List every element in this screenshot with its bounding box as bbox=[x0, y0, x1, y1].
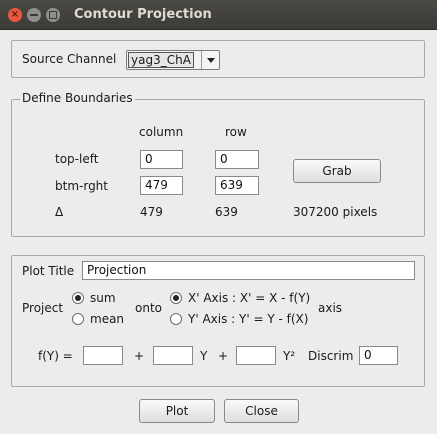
source-channel-value: yag3_ChA bbox=[128, 52, 194, 68]
delta-label: Δ bbox=[55, 205, 64, 219]
y-axis-radio[interactable] bbox=[170, 313, 182, 325]
discrim-label: Discrim bbox=[308, 349, 354, 363]
plus-sign-2: + bbox=[218, 349, 229, 363]
define-boundaries-legend: Define Boundaries bbox=[20, 91, 135, 105]
coefficient-0-field[interactable] bbox=[83, 346, 123, 365]
project-label: Project bbox=[22, 301, 64, 315]
y-squared-label: Y² bbox=[283, 349, 296, 363]
pixel-count: 307200 pixels bbox=[293, 205, 378, 219]
plot-title-field[interactable]: Projection bbox=[82, 261, 415, 280]
btm-right-row-field[interactable]: 639 bbox=[215, 176, 259, 195]
plot-button[interactable]: Plot bbox=[139, 399, 215, 423]
btm-right-column-field[interactable]: 479 bbox=[140, 176, 183, 195]
sum-radio[interactable] bbox=[72, 292, 84, 304]
title-bar: × Contour Projection bbox=[0, 0, 437, 30]
mean-radio[interactable] bbox=[72, 313, 84, 325]
discrim-field[interactable]: 0 bbox=[359, 346, 398, 365]
top-left-label: top-left bbox=[55, 152, 99, 166]
delta-row-value: 639 bbox=[215, 205, 238, 219]
coefficient-1-field[interactable] bbox=[153, 346, 193, 365]
top-left-row-field[interactable]: 0 bbox=[215, 150, 259, 169]
plus-sign-1: + bbox=[134, 349, 145, 363]
row-header: row bbox=[225, 125, 247, 139]
axis-label: axis bbox=[318, 301, 343, 315]
mean-label: mean bbox=[90, 312, 125, 326]
y-term-label: Y bbox=[200, 349, 208, 363]
onto-label: onto bbox=[135, 301, 162, 315]
plot-title-label: Plot Title bbox=[22, 264, 75, 278]
source-channel-select[interactable]: yag3_ChA bbox=[126, 50, 220, 70]
close-button[interactable]: Close bbox=[224, 399, 299, 423]
source-channel-label: Source Channel bbox=[22, 52, 117, 66]
sum-label: sum bbox=[90, 291, 116, 305]
fy-label: f(Y) = bbox=[38, 349, 73, 363]
coefficient-2-field[interactable] bbox=[236, 346, 276, 365]
x-axis-label: X' Axis : X' = X - f(Y) bbox=[188, 291, 311, 305]
column-header: column bbox=[139, 125, 184, 139]
maximize-window-icon[interactable] bbox=[46, 8, 60, 22]
grab-button[interactable]: Grab bbox=[293, 159, 381, 183]
delta-column-value: 479 bbox=[140, 205, 163, 219]
top-left-column-field[interactable]: 0 bbox=[140, 150, 183, 169]
x-axis-radio[interactable] bbox=[170, 292, 182, 304]
btm-right-label: btm-rght bbox=[55, 179, 108, 193]
y-axis-label: Y' Axis : Y' = Y - f(X) bbox=[188, 312, 309, 326]
window-title: Contour Projection bbox=[74, 7, 212, 22]
chevron-down-icon[interactable] bbox=[201, 51, 219, 69]
minimize-window-icon[interactable] bbox=[27, 8, 41, 22]
close-window-icon[interactable]: × bbox=[8, 8, 22, 22]
